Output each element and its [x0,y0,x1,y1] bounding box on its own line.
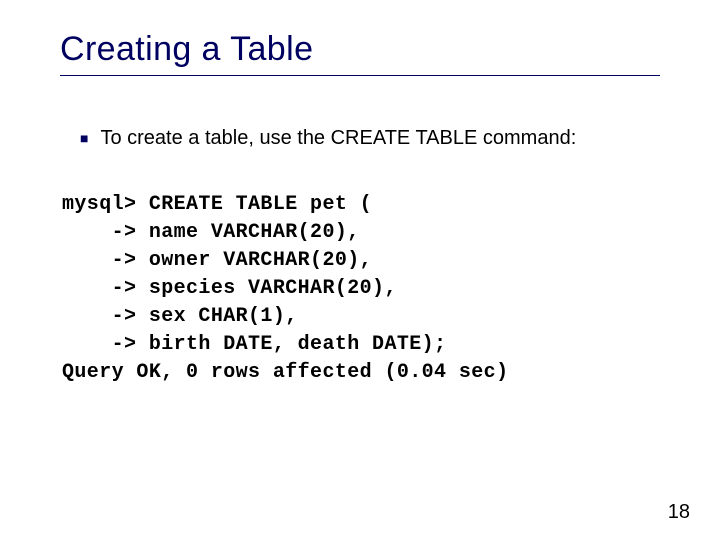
slide-container: Creating a Table ■ To create a table, us… [0,0,720,540]
page-number: 18 [668,501,690,524]
code-block: mysql> CREATE TABLE pet ( -> name VARCHA… [62,191,660,387]
bullet-item: ■ To create a table, use the CREATE TABL… [80,126,660,151]
bullet-square-icon: ■ [80,130,88,146]
bullet-text: To create a table, use the CREATE TABLE … [100,126,576,151]
slide-title: Creating a Table [60,30,660,76]
